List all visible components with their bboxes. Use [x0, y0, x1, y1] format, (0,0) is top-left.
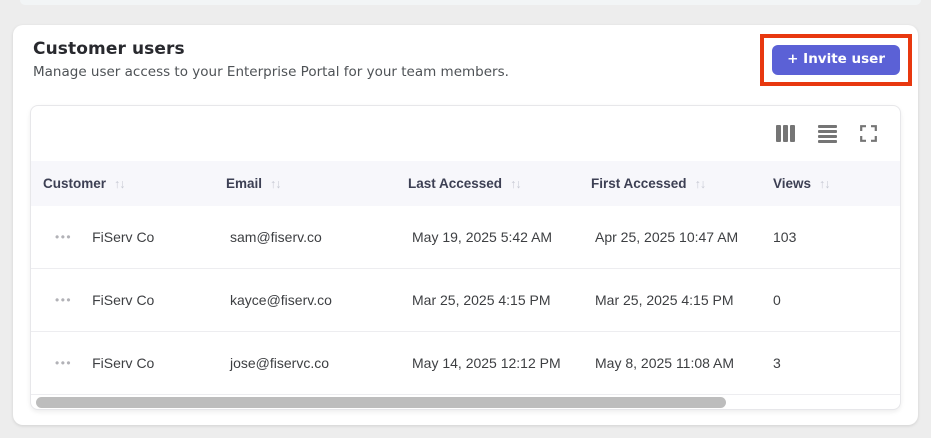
- column-label: Customer: [43, 176, 107, 191]
- row-menu-icon[interactable]: •••: [55, 357, 72, 369]
- panel-header: Customer users Manage user access to you…: [13, 25, 918, 86]
- column-label: First Accessed: [591, 176, 687, 191]
- rows-density-icon[interactable]: [818, 124, 837, 143]
- first-accessed-cell: Mar 25, 2025 4:15 PM: [595, 292, 734, 308]
- table-toolbar: [31, 106, 900, 161]
- customer-cell: FiServ Co: [92, 292, 155, 308]
- row-menu-icon[interactable]: •••: [55, 231, 72, 243]
- annotation-highlight-box: + Invite user: [760, 34, 912, 86]
- column-header-customer[interactable]: Customer ↑↓: [31, 176, 214, 191]
- email-cell: sam@fiserv.co: [230, 229, 322, 245]
- sort-icon[interactable]: ↑↓: [270, 177, 281, 191]
- first-accessed-cell: Apr 25, 2025 10:47 AM: [595, 229, 739, 245]
- column-header-email[interactable]: Email ↑↓: [214, 176, 396, 191]
- customer-cell: FiServ Co: [92, 229, 155, 245]
- last-accessed-cell: Mar 25, 2025 4:15 PM: [412, 292, 551, 308]
- table-row[interactable]: ••• FiServ Co jose@fiservc.co May 14, 20…: [31, 332, 900, 395]
- column-label: Email: [226, 176, 263, 191]
- table-row[interactable]: ••• FiServ Co sam@fiserv.co May 19, 2025…: [31, 206, 900, 269]
- row-menu-icon[interactable]: •••: [55, 294, 72, 306]
- column-header-views[interactable]: Views ↑↓: [761, 176, 900, 191]
- sort-icon[interactable]: ↑↓: [819, 177, 830, 191]
- column-label: Views: [773, 176, 812, 191]
- table-header-row: Customer ↑↓ Email ↑↓ Last Accessed ↑↓ Fi…: [31, 161, 900, 206]
- views-cell: 3: [773, 355, 781, 371]
- sort-icon[interactable]: ↑↓: [510, 177, 521, 191]
- table-row[interactable]: ••• FiServ Co kayce@fiserv.co Mar 25, 20…: [31, 269, 900, 332]
- email-cell: kayce@fiserv.co: [230, 292, 332, 308]
- customer-users-panel: Customer users Manage user access to you…: [13, 25, 918, 425]
- column-header-first-accessed[interactable]: First Accessed ↑↓: [579, 176, 761, 191]
- email-cell: jose@fiservc.co: [230, 355, 330, 371]
- previous-card-edge: [20, 0, 921, 5]
- views-cell: 0: [773, 292, 781, 308]
- first-accessed-cell: May 8, 2025 11:08 AM: [595, 355, 735, 371]
- sort-icon[interactable]: ↑↓: [114, 177, 125, 191]
- horizontal-scrollbar[interactable]: [31, 395, 900, 409]
- columns-icon[interactable]: [776, 125, 795, 142]
- scrollbar-thumb[interactable]: [36, 397, 726, 408]
- column-label: Last Accessed: [408, 176, 503, 191]
- invite-user-button[interactable]: + Invite user: [772, 45, 900, 75]
- column-header-last-accessed[interactable]: Last Accessed ↑↓: [396, 176, 579, 191]
- fullscreen-icon[interactable]: [860, 125, 877, 142]
- customer-cell: FiServ Co: [92, 355, 155, 371]
- last-accessed-cell: May 19, 2025 5:42 AM: [412, 229, 553, 245]
- last-accessed-cell: May 14, 2025 12:12 PM: [412, 355, 561, 371]
- page: { "header": { "title": "Customer users",…: [0, 0, 931, 438]
- sort-icon[interactable]: ↑↓: [695, 177, 706, 191]
- users-table-card: Customer ↑↓ Email ↑↓ Last Accessed ↑↓ Fi…: [30, 105, 901, 410]
- views-cell: 103: [773, 229, 797, 245]
